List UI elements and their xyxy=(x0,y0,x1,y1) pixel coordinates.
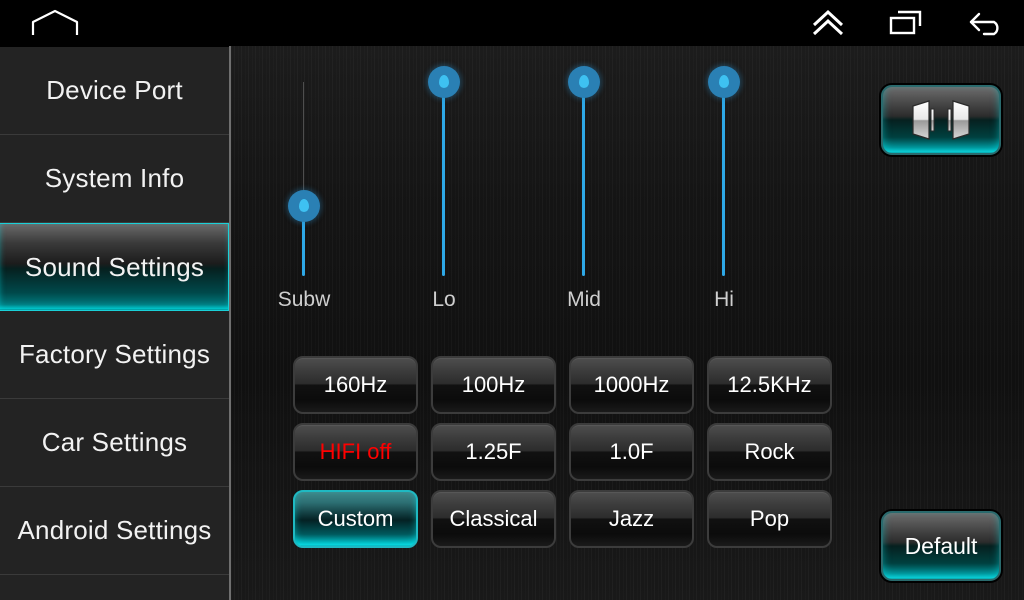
option-button-label: 1000Hz xyxy=(593,372,670,397)
balance-fader-button[interactable] xyxy=(881,85,1001,155)
option-button-label: Classical xyxy=(449,506,538,531)
slider-thumb[interactable] xyxy=(288,190,320,223)
option-button-1-0f[interactable]: 1.0F xyxy=(569,423,694,481)
sidebar-item-label: Factory Settings xyxy=(18,339,211,369)
option-button-100hz[interactable]: 100Hz xyxy=(431,356,556,414)
sidebar-item-label: Device Port xyxy=(46,75,183,105)
option-button-label: 12.5KHz xyxy=(727,372,812,397)
option-button-label: Pop xyxy=(749,506,790,531)
sidebar-item-car-settings[interactable]: Car Settings xyxy=(0,399,229,487)
option-button-label: HIFI off xyxy=(319,439,392,464)
sidebar-item-label: System Info xyxy=(44,163,185,193)
chevron-double-up-icon xyxy=(812,9,844,36)
option-button-label: 1.0F xyxy=(609,439,654,464)
option-button-jazz[interactable]: Jazz xyxy=(569,490,694,548)
sidebar-item-android-settings[interactable]: Android Settings xyxy=(0,487,229,575)
sidebar-item-factory-settings[interactable]: Factory Settings xyxy=(0,311,229,399)
sidebar-item-label: Sound Settings xyxy=(24,251,205,282)
slider-label: Hi xyxy=(714,288,734,311)
back-button[interactable] xyxy=(966,8,1006,38)
slider-mid[interactable]: Mid xyxy=(539,66,629,311)
slider-lo[interactable]: Lo xyxy=(399,66,489,311)
sound-options-grid: 160Hz 100Hz 1000Hz 12.5KHz HIFI off 1.25F 1.0F… xyxy=(293,356,903,557)
recent-apps-icon xyxy=(889,10,922,35)
slider-thumb[interactable] xyxy=(428,66,460,98)
option-button-1-25f[interactable]: 1.25F xyxy=(431,423,556,481)
option-button-label: Jazz xyxy=(608,506,655,531)
slider-label: Subw xyxy=(277,288,331,311)
home-button[interactable] xyxy=(30,8,80,38)
slider-fill xyxy=(442,82,445,276)
sound-settings-panel: Subw Lo Mid Hi 160Hz 100Hz 1000Hz 12.5KHz HIFI … xyxy=(231,46,1024,600)
slider-fill xyxy=(582,82,585,276)
slider-thumb[interactable] xyxy=(568,66,600,98)
slider-label: Lo xyxy=(432,288,456,311)
home-icon xyxy=(31,9,79,35)
option-button-label: Rock xyxy=(744,439,795,464)
sidebar-item-device-port[interactable]: Device Port xyxy=(0,47,229,135)
balance-fader-icon xyxy=(912,100,970,140)
option-button-hifi-off[interactable]: HIFI off xyxy=(293,423,418,481)
slider-label: Mid xyxy=(567,288,601,311)
sound-settings-screen: Device Port System Info Sound Settings Fact… xyxy=(0,0,1024,600)
sidebar-item-system-info[interactable]: System Info xyxy=(0,135,229,223)
slider-hi[interactable]: Hi xyxy=(679,66,769,311)
sound-options-row: 160Hz 100Hz 1000Hz 12.5KHz xyxy=(293,356,903,414)
option-button-label: 160Hz xyxy=(323,372,388,397)
sidebar-item-label: Car Settings xyxy=(41,427,188,457)
option-button-classical[interactable]: Classical xyxy=(431,490,556,548)
default-button[interactable]: Default xyxy=(881,511,1001,581)
option-button-label: 1.25F xyxy=(465,439,522,464)
option-button-12-5khz[interactable]: 12.5KHz xyxy=(707,356,832,414)
option-button-1000hz[interactable]: 1000Hz xyxy=(569,356,694,414)
sound-options-row: HIFI off 1.25F 1.0F Rock xyxy=(293,423,903,481)
sidebar-item-item-6[interactable] xyxy=(0,575,229,600)
option-button-160hz[interactable]: 160Hz xyxy=(293,356,418,414)
option-button-label: 100Hz xyxy=(461,372,526,397)
back-icon xyxy=(969,12,999,36)
default-button-label: Default xyxy=(904,532,978,559)
status-bar xyxy=(0,0,1024,46)
slider-subw[interactable]: Subw xyxy=(259,66,349,311)
sidebar-item-sound-settings[interactable]: Sound Settings xyxy=(0,223,229,311)
slider-thumb[interactable] xyxy=(708,66,740,98)
sidebar-nav: Device Port System Info Sound Settings Fact… xyxy=(0,46,229,600)
expand-button[interactable] xyxy=(810,8,846,38)
sound-options-row: Custom Classical Jazz Pop xyxy=(293,490,903,548)
status-bar-right-icons xyxy=(810,0,1006,46)
sidebar-item-label: Android Settings xyxy=(17,515,212,545)
option-button-label: Custom xyxy=(317,506,394,531)
slider-fill xyxy=(722,82,725,276)
recent-apps-button[interactable] xyxy=(888,8,924,38)
option-button-custom[interactable]: Custom xyxy=(293,490,418,548)
option-button-rock[interactable]: Rock xyxy=(707,423,832,481)
option-button-pop[interactable]: Pop xyxy=(707,490,832,548)
